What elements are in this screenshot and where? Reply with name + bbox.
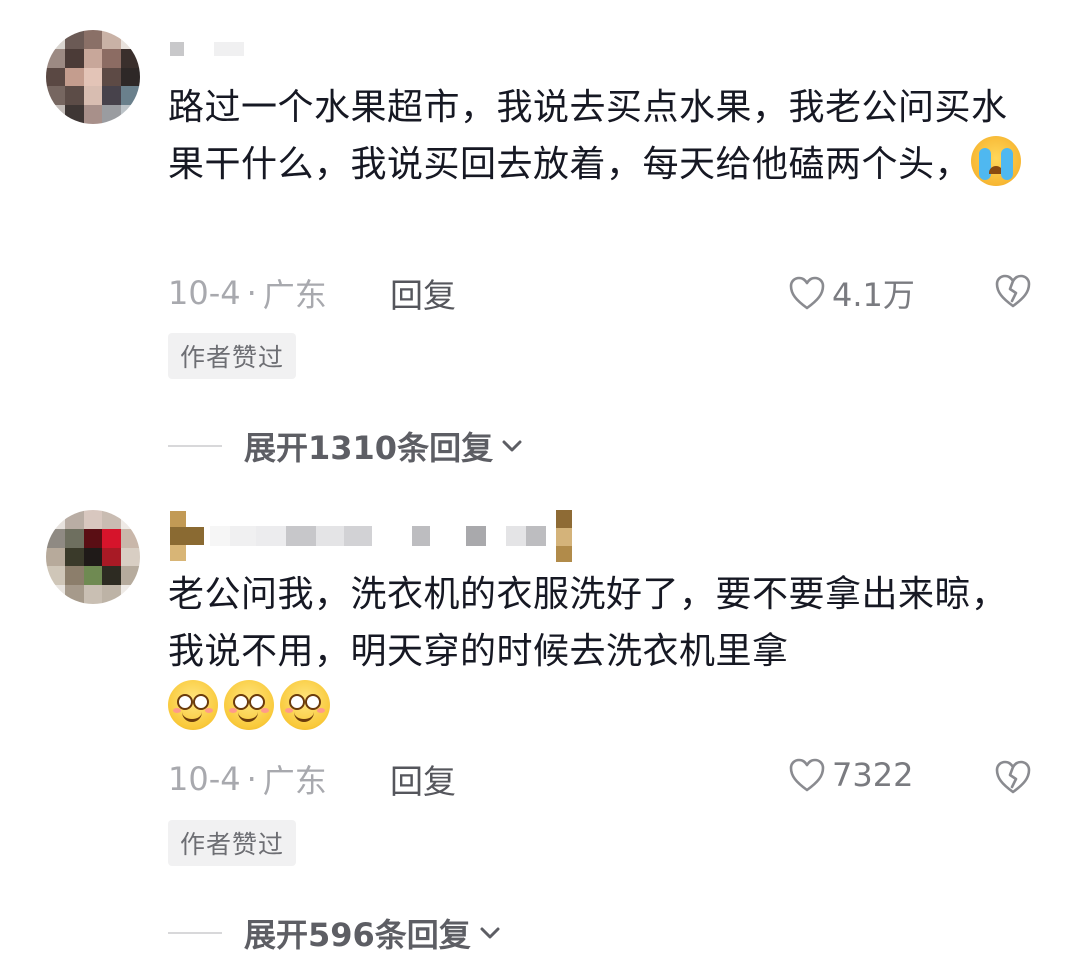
comment-text: 老公问我，洗衣机的衣服洗好了，要不要拿出来晾，我说不用，明天穿的时候去洗衣机里拿 bbox=[168, 566, 1028, 737]
expand-replies-button[interactable]: 展开1310条回复 bbox=[168, 423, 523, 469]
avatar[interactable] bbox=[46, 30, 140, 124]
comment-date: 10-4 bbox=[168, 760, 241, 798]
reply-button[interactable]: 回复 bbox=[390, 269, 456, 317]
smiling-face-emoji bbox=[168, 680, 218, 730]
comment-date: 10-4 bbox=[168, 274, 241, 312]
dislike-button[interactable] bbox=[994, 273, 1032, 313]
comment-location: 广东 bbox=[262, 762, 327, 800]
like-count: 4.1万 bbox=[832, 276, 915, 314]
heart-outline-icon bbox=[789, 758, 825, 792]
author-liked-badge: 作者赞过 bbox=[168, 820, 297, 866]
username-blurred[interactable] bbox=[170, 510, 572, 562]
expand-replies-label: 展开596条回复 bbox=[244, 916, 471, 954]
broken-heart-icon bbox=[995, 274, 1031, 308]
heart-outline-icon bbox=[789, 276, 825, 310]
expand-replies-button[interactable]: 展开596条回复 bbox=[168, 910, 501, 956]
meta-separator: · bbox=[246, 274, 257, 312]
meta-separator: · bbox=[246, 760, 257, 798]
divider-line bbox=[168, 445, 222, 447]
smiling-face-emoji bbox=[280, 680, 330, 730]
divider-line bbox=[168, 932, 222, 934]
comment-meta: 10-4 · 广东 bbox=[168, 270, 327, 316]
smiling-face-emoji bbox=[224, 680, 274, 730]
comment-location: 广东 bbox=[262, 276, 327, 314]
like-button[interactable]: 4.1万 bbox=[788, 270, 915, 316]
broken-heart-icon bbox=[995, 760, 1031, 794]
author-liked-badge: 作者赞过 bbox=[168, 333, 297, 379]
comment-text-content: 老公问我，洗衣机的衣服洗好了，要不要拿出来晾，我说不用，明天穿的时候去洗衣机里拿 bbox=[168, 574, 1008, 672]
dislike-button[interactable] bbox=[994, 759, 1032, 799]
avatar[interactable] bbox=[46, 510, 140, 604]
reply-button[interactable]: 回复 bbox=[390, 755, 456, 803]
comment-text-content: 路过一个水果超市，我说去买点水果，我老公问买水果干什么，我说买回去放着，每天给他… bbox=[168, 87, 1008, 185]
chevron-down-icon bbox=[480, 927, 500, 939]
comment-meta: 10-4 · 广东 bbox=[168, 756, 327, 802]
like-count: 7322 bbox=[832, 756, 914, 794]
chevron-down-icon bbox=[502, 440, 522, 452]
like-button[interactable]: 7322 bbox=[788, 756, 913, 794]
username-blurred[interactable] bbox=[170, 42, 244, 56]
crying-face-emoji bbox=[971, 136, 1022, 186]
expand-replies-label: 展开1310条回复 bbox=[244, 429, 494, 467]
comment-text: 路过一个水果超市，我说去买点水果，我老公问买水果干什么，我说买回去放着，每天给他… bbox=[168, 79, 1028, 193]
